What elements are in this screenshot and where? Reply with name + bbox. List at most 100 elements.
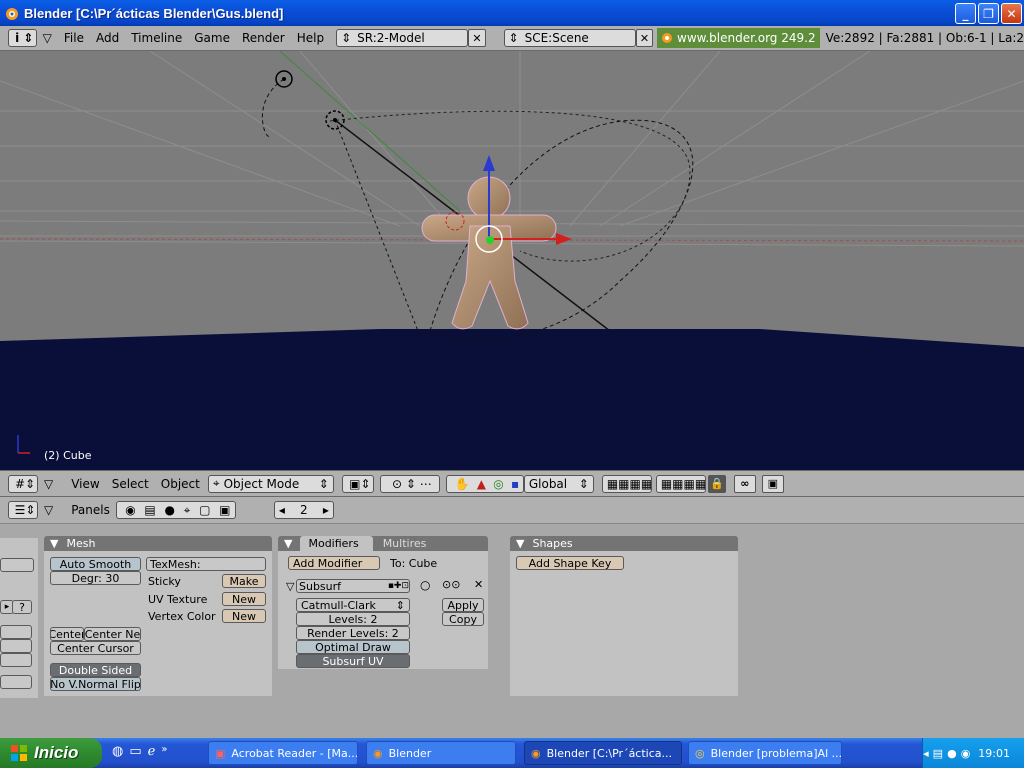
collapse-triangle-icon[interactable]: ▼ — [284, 537, 292, 550]
partial-button-4[interactable] — [0, 675, 32, 689]
viewport-scene[interactable] — [0, 51, 1024, 470]
task-blender[interactable]: ◉ Blender — [366, 741, 516, 765]
collapse-triangle-icon[interactable]: ▽ — [286, 580, 294, 593]
menu-game[interactable]: Game — [188, 31, 236, 45]
menu-file[interactable]: File — [58, 31, 90, 45]
ground-plane[interactable] — [0, 329, 1024, 470]
add-modifier-button[interactable]: Add Modifier — [288, 556, 380, 570]
partial-button-2[interactable] — [0, 639, 32, 653]
menu-add[interactable]: Add — [90, 31, 125, 45]
object-icon[interactable]: ⌖ — [184, 503, 191, 518]
pivot-menu[interactable]: ⊙ ⇕ ⋯ — [379, 474, 440, 493]
menu-object[interactable]: Object — [155, 477, 206, 491]
scene-icon[interactable]: ▣ — [219, 503, 230, 517]
network-icon[interactable]: ▤ — [933, 747, 943, 760]
orientation-selector[interactable]: Global ⇕ — [523, 474, 594, 493]
window-type-menu[interactable]: i ⇕ — [8, 29, 37, 47]
arrow-right-icon[interactable]: ▸ — [323, 503, 329, 517]
collapse-triangle-icon[interactable]: ▽ — [38, 477, 59, 491]
copy-button[interactable]: Copy — [442, 612, 484, 626]
shapes-panel-tab[interactable]: ▼ Shapes — [510, 536, 738, 551]
script-icon[interactable]: ▤ — [144, 503, 155, 517]
center-cursor-button[interactable]: Center Cursor — [50, 641, 141, 655]
delete-scene-button[interactable]: ✕ — [635, 29, 653, 47]
scene-selector[interactable]: ⇕ SCE:Scene — [503, 29, 636, 47]
collapse-triangle-icon[interactable]: ▼ — [516, 537, 524, 550]
apply-button[interactable]: Apply — [442, 598, 484, 612]
subdivision-type-menu[interactable]: Catmull-Clark ⇕ — [296, 598, 410, 612]
maximize-button[interactable]: ❐ — [978, 3, 999, 24]
center-button[interactable]: Center — [50, 627, 84, 641]
modifier-name-field[interactable]: Subsurf ▪✚⊡ — [296, 579, 410, 593]
window-type-menu[interactable]: #⇕ — [8, 474, 38, 493]
sticky-make-button[interactable]: Make — [222, 574, 266, 588]
draw-type-menu[interactable]: ▣⇕ — [341, 474, 374, 493]
uv-texture-new-button[interactable]: New — [222, 592, 266, 606]
security-icon[interactable]: ● — [947, 747, 957, 760]
auto-smooth-button[interactable]: Auto Smooth — [50, 557, 141, 571]
editing-icon[interactable]: ▢ — [199, 503, 210, 517]
tray-arrow-icon[interactable]: ◂ — [923, 747, 929, 760]
start-button[interactable]: Inicio — [0, 738, 102, 768]
center-new-button[interactable]: Center Ne — [84, 627, 141, 641]
menu-render[interactable]: Render — [236, 31, 291, 45]
frame-field[interactable]: ◂ 2 ▸ — [273, 501, 334, 519]
task-blender-gus[interactable]: ◉ Blender [C:\Pr´áctica... — [524, 741, 682, 765]
update-icon[interactable]: ◉ — [961, 747, 971, 760]
collapse-triangle-icon[interactable]: ▽ — [37, 31, 58, 45]
no-vnormal-flip-button[interactable]: No V.Normal Flip — [50, 677, 141, 691]
blender-site-link[interactable]: www.blender.org 249.2 — [657, 28, 820, 48]
translate-icon[interactable]: ▲ — [477, 477, 486, 491]
shading-icon[interactable]: ● — [164, 503, 174, 517]
task-chrome[interactable]: ◎ Blender [problema]Al ... — [688, 741, 842, 765]
tab-modifiers[interactable]: Modifiers — [300, 536, 373, 551]
delete-modifier-icon[interactable]: ✕ — [474, 578, 483, 591]
3d-viewport[interactable]: (2) Cube — [0, 51, 1024, 470]
close-window-button[interactable]: ✕ — [1001, 3, 1022, 24]
layer-buttons-1[interactable]: ▦▦▦▦ — [601, 474, 652, 493]
context-buttons[interactable]: ◉ ▤ ● ⌖ ▢ ▣ — [115, 501, 236, 519]
tab-multires[interactable]: Multires — [383, 537, 427, 550]
double-sided-button[interactable]: Double Sided — [50, 663, 141, 677]
delete-screen-button[interactable]: ✕ — [468, 29, 486, 47]
menu-help[interactable]: Help — [291, 31, 330, 45]
ie-icon[interactable]: ℯ — [148, 744, 156, 759]
collapse-triangle-icon[interactable]: ▽ — [38, 503, 59, 517]
menu-view[interactable]: View — [65, 477, 105, 491]
help-button[interactable]: ? — [12, 600, 32, 614]
modifier-visibility-icons[interactable]: ▪✚⊡ — [388, 581, 409, 591]
layer-buttons-2[interactable]: ▦▦▦▦ — [655, 474, 706, 493]
texmesh-field[interactable]: TexMesh: — [146, 557, 266, 571]
lock-button[interactable]: 🔒 — [707, 474, 726, 493]
logic-icon[interactable]: ◉ — [125, 503, 135, 517]
mesh-panel-tab[interactable]: ▼ Mesh — [44, 536, 272, 551]
more-icon[interactable]: » — [161, 744, 167, 759]
optimal-draw-button[interactable]: Optimal Draw — [296, 640, 410, 654]
render-button[interactable]: ▣ — [761, 474, 784, 493]
folder-icon[interactable]: ▭ — [129, 744, 141, 759]
task-acrobat[interactable]: ▣ Acrobat Reader - [Ma... — [208, 741, 358, 765]
hand-icon[interactable]: ✋ — [454, 477, 469, 491]
menu-select[interactable]: Select — [106, 477, 155, 491]
subsurf-uv-button[interactable]: Subsurf UV — [296, 654, 410, 668]
link-button[interactable]: ∞ — [733, 474, 756, 493]
scale-icon[interactable]: ▪ — [511, 477, 519, 491]
partial-field[interactable] — [0, 558, 34, 572]
levels-field[interactable]: Levels: 2 — [296, 612, 410, 626]
vertex-color-new-button[interactable]: New — [222, 609, 266, 623]
window-type-menu[interactable]: ☰⇕ — [8, 501, 38, 519]
render-levels-field[interactable]: Render Levels: 2 — [296, 626, 410, 640]
manipulator-buttons[interactable]: ✋ ▲ ◎ ▪ — [445, 474, 524, 493]
collapse-triangle-icon[interactable]: ▼ — [50, 537, 58, 550]
partial-button-1[interactable] — [0, 625, 32, 639]
menu-timeline[interactable]: Timeline — [125, 31, 188, 45]
move-up-down-icon[interactable]: ⊙⊙ — [442, 578, 460, 591]
firefox-icon[interactable]: ◍ — [112, 744, 123, 759]
arrow-left-icon[interactable]: ◂ — [279, 503, 285, 517]
degr-field[interactable]: Degr: 30 — [50, 571, 141, 585]
screen-selector[interactable]: ⇕ SR:2-Model — [336, 29, 469, 47]
minimize-button[interactable]: _ — [955, 3, 976, 24]
rotate-icon[interactable]: ◎ — [493, 477, 503, 491]
cage-toggle-icon[interactable]: ○ — [420, 578, 430, 592]
partial-button-3[interactable] — [0, 653, 32, 667]
